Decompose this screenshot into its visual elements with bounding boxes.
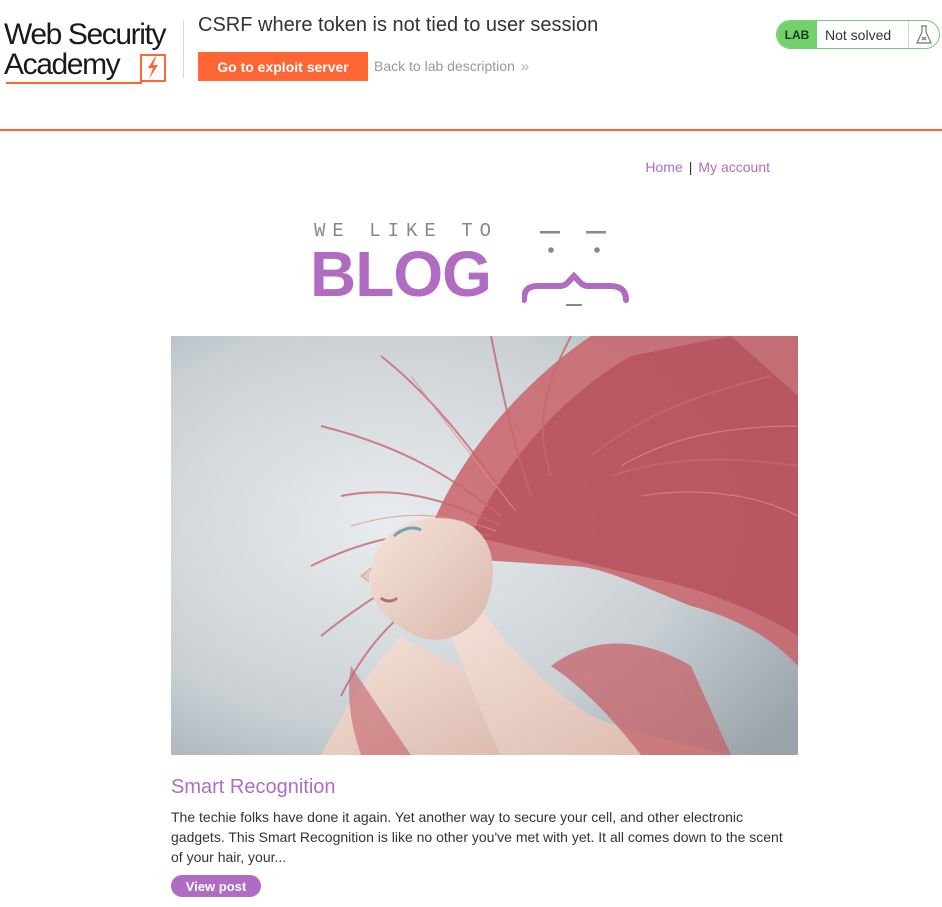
back-link-label: Back to lab description <box>374 58 515 74</box>
academy-header: Web Security Academy CSRF where token is… <box>0 0 942 131</box>
back-to-lab-description-link[interactable]: Back to lab description » <box>374 58 529 75</box>
blog-header-logo: WE LIKE TO BLOG <box>310 214 640 314</box>
lab-status-text: Not solved <box>825 26 892 43</box>
blog-wordmark: BLOG <box>310 238 492 310</box>
logo-text-line2: Academy <box>4 48 121 81</box>
lab-status-widget: LAB Not solved <box>776 20 940 49</box>
post-image[interactable] <box>171 336 798 755</box>
double-chevron-right-icon: » <box>520 58 530 75</box>
lightning-bolt-icon <box>140 54 166 82</box>
lab-badge: LAB <box>777 21 817 48</box>
go-to-exploit-server-button[interactable]: Go to exploit server <box>198 52 368 81</box>
logo-underline <box>6 82 142 84</box>
nav-home-link[interactable]: Home <box>645 159 682 175</box>
nav-my-account-link[interactable]: My account <box>698 159 770 175</box>
logo-text-line1: Web Security <box>4 18 166 51</box>
curly-brace-face-icon <box>522 231 629 306</box>
page: Web Security Academy CSRF where token is… <box>0 0 942 907</box>
blog-nav: Home | My account <box>645 159 770 175</box>
web-security-academy-logo[interactable]: Web Security Academy <box>4 20 184 84</box>
blog-post: Smart Recognition The techie folks have … <box>171 336 798 897</box>
lab-title: CSRF where token is not tied to user ses… <box>198 14 599 36</box>
view-post-button[interactable]: View post <box>171 875 261 897</box>
nav-separator: | <box>688 159 693 175</box>
divider <box>183 20 184 78</box>
post-title-link[interactable]: Smart Recognition <box>171 775 798 799</box>
flask-icon <box>908 21 939 48</box>
post-summary: The techie folks have done it again. Yet… <box>171 809 783 865</box>
